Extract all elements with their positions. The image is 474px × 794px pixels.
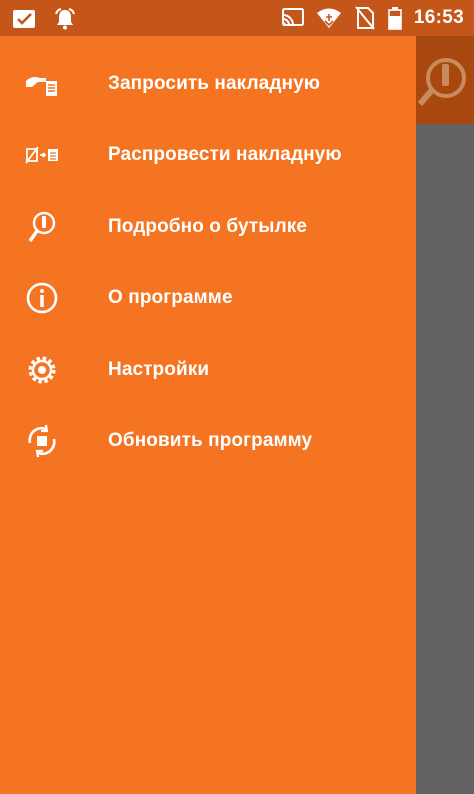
gear-icon	[22, 350, 62, 390]
battery-icon	[388, 5, 402, 31]
menu-item-label: Запросить накладную	[108, 72, 321, 94]
menu-item-label: Распровести накладную	[108, 144, 342, 166]
unpost-invoice-icon	[22, 135, 62, 175]
info-icon	[22, 278, 62, 318]
app-bar-peek	[416, 36, 474, 124]
checkbox-notification-icon	[12, 6, 38, 32]
navigation-drawer: Запросить накладную Распровести накладну…	[0, 36, 416, 794]
menu-item-settings[interactable]: Настройки	[0, 334, 416, 406]
menu-item-about[interactable]: О программе	[0, 263, 416, 335]
menu-item-label: О программе	[108, 287, 233, 309]
wifi-icon	[316, 5, 342, 31]
menu-item-label: Настройки	[108, 358, 210, 380]
cast-icon	[280, 5, 306, 31]
scrim-overlay[interactable]	[416, 124, 474, 794]
alarm-bell-icon	[52, 6, 78, 32]
menu-item-label: Подробно о бутылке	[108, 215, 308, 237]
menu-item-unpost-invoice[interactable]: Распровести накладную	[0, 120, 416, 192]
status-clock: 16:53	[413, 7, 464, 28]
no-sim-icon	[352, 5, 378, 31]
status-bar: 16:53	[0, 0, 474, 36]
menu-item-label: Обновить программу	[108, 430, 313, 452]
menu-item-bottle-details[interactable]: Подробно о бутылке	[0, 191, 416, 263]
menu-item-request-invoice[interactable]: Запросить накладную	[0, 48, 416, 120]
update-icon	[22, 421, 62, 461]
bottle-search-icon	[22, 207, 62, 247]
menu-item-update[interactable]: Обновить программу	[0, 406, 416, 478]
request-invoice-icon	[22, 64, 62, 104]
bottle-search-icon[interactable]	[417, 50, 470, 115]
